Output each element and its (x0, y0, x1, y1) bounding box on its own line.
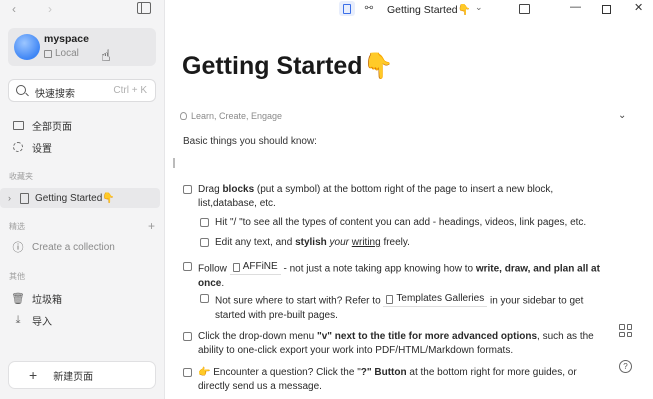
top-bar: ⚯ Getting Started👇 ⌄ — ✕ (165, 0, 653, 18)
quick-search-button[interactable]: 快速搜索 Ctrl + K (8, 79, 156, 102)
maximize-icon[interactable] (602, 5, 611, 14)
chevron-right-icon[interactable]: › (8, 193, 18, 203)
sidebar-toolbar: ‹ › (0, 0, 164, 20)
todo-checkbox[interactable] (183, 368, 192, 377)
document-title[interactable]: Getting Started👇 (387, 3, 471, 16)
todo-item: 👉 Encounter a question? Click the "?" Bu… (183, 366, 608, 394)
todo-text[interactable]: Click the drop-down menu "v" next to the… (198, 330, 594, 358)
workspace-card[interactable]: myspace Local (8, 28, 156, 66)
sidebar-item-label: 全部页面 (32, 121, 72, 133)
todo-text[interactable]: Drag blocks (put a symbol) at the bottom… (198, 183, 553, 211)
bulb-icon (180, 112, 187, 120)
todo-item: Edit any text, and stylish your writing … (200, 236, 620, 250)
workspace-type-label: Local (55, 48, 79, 59)
sidebar-toggle-icon[interactable] (137, 2, 151, 14)
todo-text[interactable]: Edit any text, and stylish your writing … (215, 236, 410, 250)
intro-paragraph[interactable]: Basic things you should know: (183, 136, 317, 147)
todo-item: Drag blocks (put a symbol) at the bottom… (183, 183, 603, 211)
page-link-icon (386, 294, 394, 304)
create-collection-label: Create a collection (32, 241, 115, 253)
sidebar-item-label: 设置 (32, 143, 52, 155)
sidebar-item-all-pages[interactable]: 全部页面 (12, 116, 72, 134)
todo-checkbox[interactable] (183, 262, 192, 271)
page-meta[interactable]: Learn, Create, Engage (180, 111, 282, 121)
page-mode-icon (343, 3, 351, 14)
todo-item: Follow AFFiNE - not just a note taking a… (183, 260, 613, 291)
others-section-label: 其他 (9, 272, 25, 281)
todo-text[interactable]: Not sure where to start with? Refer to T… (215, 292, 583, 323)
add-collection-plus-icon[interactable]: + (148, 219, 155, 233)
folder-icon (12, 120, 24, 130)
sidebar-item-settings[interactable]: 设置 (12, 138, 52, 156)
sidebar-item-label: 垃圾箱 (32, 294, 62, 306)
chevron-down-icon[interactable]: ⌄ (618, 110, 626, 121)
affine-page-link[interactable]: AFFiNE (229, 260, 281, 275)
todo-item: Click the drop-down menu "v" next to the… (183, 330, 608, 358)
chevron-down-icon[interactable]: ⌄ (475, 2, 483, 13)
workspace-type: Local (44, 48, 79, 59)
sidebar-item-trash[interactable]: 🗑 垃圾箱 (11, 289, 62, 307)
todo-checkbox[interactable] (200, 218, 209, 227)
info-icon: ⓘ (12, 242, 24, 254)
sidebar-item-import[interactable]: ⤓ 导入 (12, 311, 52, 329)
page-title[interactable]: Getting Started👇 (182, 52, 394, 81)
sidebar-item-label: 导入 (32, 316, 52, 328)
plus-icon: + (29, 367, 38, 383)
search-shortcut: Ctrl + K (113, 85, 147, 96)
sidebar: ‹ › myspace Local ☝ 快速搜索 Ctrl + K 全部页面 设… (0, 0, 165, 399)
create-collection-button[interactable]: ⓘ Create a collection (12, 238, 115, 256)
favorite-page-label: Getting Started👇 (35, 192, 115, 204)
todo-text[interactable]: Follow AFFiNE - not just a note taking a… (198, 260, 600, 291)
todo-checkbox[interactable] (183, 185, 192, 194)
todo-checkbox[interactable] (200, 294, 209, 303)
page-mode-button[interactable] (339, 1, 355, 16)
new-page-button[interactable]: + 新建页面 (8, 361, 156, 389)
add-block-icon[interactable] (619, 324, 632, 337)
forward-arrow-icon[interactable]: › (48, 2, 52, 16)
close-icon[interactable]: ✕ (634, 1, 643, 14)
page-meta-label: Learn, Create, Engage (191, 111, 283, 121)
gear-icon (13, 142, 23, 152)
edgeless-mode-button[interactable]: ⚯ (361, 1, 377, 16)
todo-checkbox[interactable] (200, 238, 209, 247)
edgeless-mode-icon: ⚯ (364, 3, 374, 14)
templates-page-link[interactable]: Templates Galleries (383, 292, 488, 307)
search-icon (16, 85, 26, 95)
todo-item: Hit "/ "to see all the types of content … (200, 216, 620, 230)
quick-search-label: 快速搜索 (35, 89, 75, 100)
hand-cursor-icon: ☝ (101, 48, 111, 65)
trash-icon: 🗑 (11, 292, 25, 305)
todo-text[interactable]: Hit "/ "to see all the types of content … (215, 216, 586, 230)
back-arrow-icon[interactable]: ‹ (12, 2, 16, 16)
minimize-icon[interactable]: — (570, 1, 581, 13)
todo-item: Not sure where to start with? Refer to T… (200, 292, 620, 323)
workspace-name: myspace (44, 33, 89, 45)
favorites-section-label: 收藏夹 (9, 172, 33, 181)
todo-checkbox[interactable] (183, 332, 192, 341)
help-button[interactable]: ? (619, 360, 632, 373)
workspace-avatar (14, 34, 40, 60)
import-icon: ⤓ (15, 313, 21, 326)
right-panel-icon[interactable] (519, 4, 530, 14)
page-link-icon (232, 262, 240, 272)
local-storage-icon (44, 49, 52, 58)
page-icon (20, 192, 29, 204)
todo-text[interactable]: 👉 Encounter a question? Click the "?" Bu… (198, 366, 577, 394)
collections-section-label: 精选 (9, 222, 25, 231)
favorite-page-item[interactable]: › Getting Started👇 (0, 188, 160, 208)
new-page-label: 新建页面 (53, 371, 94, 383)
text-cursor (173, 158, 175, 168)
